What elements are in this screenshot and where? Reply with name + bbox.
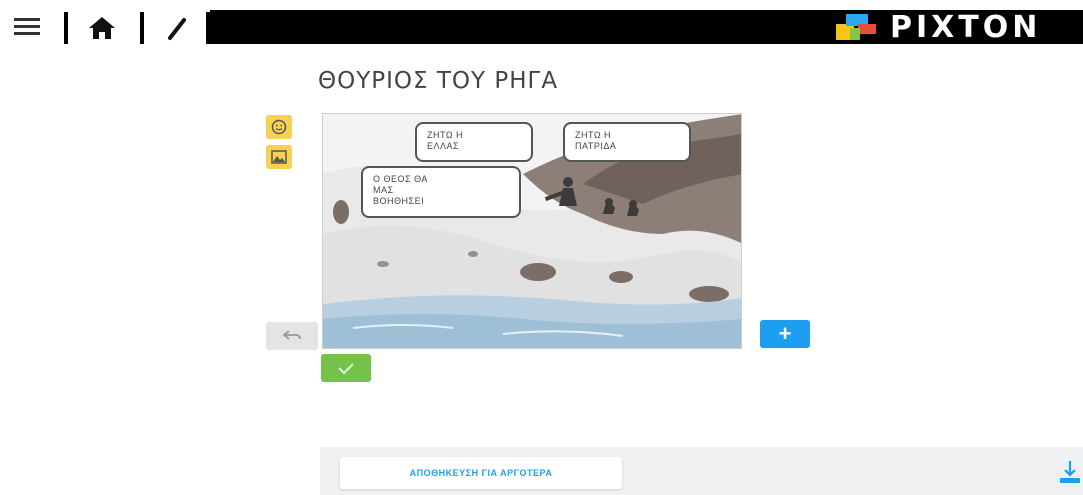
emotion-button[interactable] (266, 115, 292, 139)
toolbar-divider (140, 12, 144, 44)
brand-name: PIXTON (890, 9, 1042, 45)
toolbar-left (0, 10, 210, 44)
save-later-button[interactable]: ΑΠΟΘΗΚΕΥΣΗ ΓΙΑ ΑΡΓΟΤΕΡΑ (340, 457, 622, 489)
toolbar-divider (206, 12, 210, 44)
speech-bubble[interactable]: Ο ΘΕΟΣ ΘΑ ΜΑΣ ΒΟΗΘΗΣΕΙ (361, 166, 521, 218)
undo-button[interactable] (266, 322, 318, 350)
comic-title[interactable]: ΘΟΥΡΙΟΣ ΤΟΥ ΡΗΓΑ (318, 68, 558, 94)
speech-bubble[interactable]: ΖΗΤΩ Η ΠΑΤΡΙΔΑ (563, 122, 691, 162)
top-bar: PIXTON (0, 9, 1083, 45)
undo-icon (282, 330, 301, 340)
download-icon[interactable] (1057, 457, 1083, 489)
image-icon (271, 150, 287, 164)
background-button[interactable] (266, 145, 292, 169)
pixton-editor: PIXTON ΘΟΥΡΙΟΣ ΤΟΥ ΡΗΓΑ ΖΗΤΩ Η ΕΛΛΑΣ ΖΗΤ… (0, 0, 1083, 495)
hamburger-menu-icon[interactable] (14, 18, 40, 38)
add-panel-button[interactable]: + (760, 320, 810, 348)
checkmark-icon (338, 363, 354, 375)
toolbar-divider (64, 12, 68, 44)
bottom-bar: ΑΠΟΘΗΚΕΥΣΗ ΓΙΑ ΑΡΓΟΤΕΡΑ (320, 447, 1083, 495)
pixton-logo-mark-icon (836, 12, 876, 42)
smiley-face-icon (271, 119, 287, 135)
pencil-icon[interactable] (162, 14, 194, 42)
pixton-logo[interactable]: PIXTON (836, 9, 1042, 45)
comic-panel[interactable]: ΖΗΤΩ Η ΕΛΛΑΣ ΖΗΤΩ Η ΠΑΤΡΙΔΑ Ο ΘΕΟΣ ΘΑ ΜΑ… (322, 113, 742, 349)
confirm-button[interactable] (321, 354, 371, 382)
add-label: + (778, 321, 792, 346)
home-icon[interactable] (82, 14, 122, 42)
speech-bubble[interactable]: ΖΗΤΩ Η ΕΛΛΑΣ (415, 122, 533, 162)
